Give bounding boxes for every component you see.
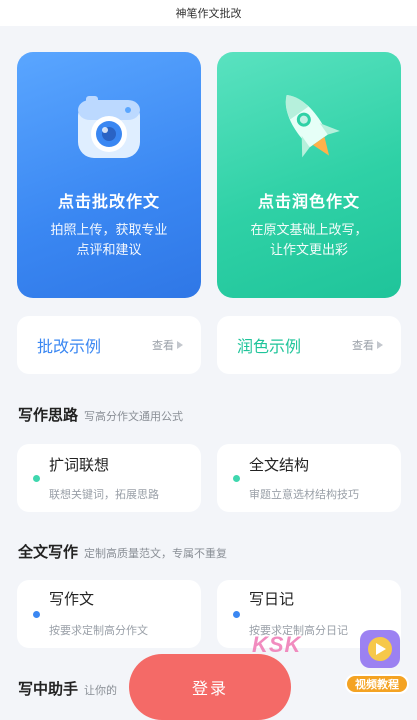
section-writing-helper: 写中助手 让你的 <box>18 678 117 699</box>
correct-example-label: 批改示例 <box>37 339 102 356</box>
login-label: 登录 <box>191 681 228 698</box>
card-full-structure[interactable]: 全文结构 审题立意选材结构技巧 <box>217 444 401 512</box>
card-write-essay[interactable]: 写作文 按要求定制高分作文 <box>17 580 201 648</box>
camera-icon <box>78 96 140 158</box>
correct-example-button[interactable]: 批改示例 查看 <box>17 316 201 374</box>
app-title: 神笔作文批改 <box>175 8 242 20</box>
section-title: 全文写作 <box>18 544 79 561</box>
section-full-writing: 全文写作 定制高质量范文，专属不重复 <box>18 541 227 562</box>
video-tutorial-label: 视频教程 <box>355 679 399 691</box>
view-label: 查看 <box>152 340 174 352</box>
dot-icon <box>33 611 40 618</box>
polish-essay-card[interactable]: 点击润色作文 在原文基础上改写，让作文更出彩 <box>217 52 401 298</box>
section-subtitle: 让你的 <box>84 685 118 697</box>
card-title: 写作文 <box>49 591 95 608</box>
card-word-association[interactable]: 扩词联想 联想关键词，拓展思路 <box>17 444 201 512</box>
card-subtitle: 按要求定制高分作文 <box>49 625 148 637</box>
dot-icon <box>33 475 40 482</box>
arrow-right-icon <box>377 341 383 349</box>
correct-essay-desc: 拍照上传，获取专业点评和建议 <box>50 222 168 257</box>
dot-icon <box>233 611 240 618</box>
card-title: 写日记 <box>249 591 295 608</box>
view-label: 查看 <box>352 340 374 352</box>
section-writing-ideas: 写作思路 写高分作文通用公式 <box>18 404 183 425</box>
polish-essay-desc: 在原文基础上改写，让作文更出彩 <box>250 222 368 257</box>
title-bar: 神笔作文批改 <box>0 0 417 26</box>
dot-icon <box>233 475 240 482</box>
section-subtitle: 定制高质量范文，专属不重复 <box>84 548 228 560</box>
arrow-right-icon <box>177 341 183 349</box>
view-link[interactable]: 查看 <box>152 337 183 353</box>
polish-example-button[interactable]: 润色示例 查看 <box>217 316 401 374</box>
rocket-icon <box>285 95 340 158</box>
correct-essay-title: 点击批改作文 <box>57 194 160 211</box>
polish-example-label: 润色示例 <box>237 339 302 356</box>
card-title: 全文结构 <box>249 457 310 474</box>
view-link[interactable]: 查看 <box>352 337 383 353</box>
card-subtitle: 审题立意选材结构技巧 <box>249 489 359 501</box>
card-subtitle: 联想关键词，拓展思路 <box>49 489 159 501</box>
correct-essay-card[interactable]: 点击批改作文 拍照上传，获取专业点评和建议 <box>17 52 201 298</box>
section-subtitle: 写高分作文通用公式 <box>84 411 184 423</box>
card-title: 扩词联想 <box>49 457 110 474</box>
video-tutorial-badge[interactable]: 视频教程 <box>345 674 409 694</box>
login-button[interactable]: 登录 <box>129 654 291 720</box>
section-title: 写作思路 <box>18 407 79 424</box>
polish-essay-title: 点击润色作文 <box>257 194 360 211</box>
section-title: 写中助手 <box>18 681 79 698</box>
